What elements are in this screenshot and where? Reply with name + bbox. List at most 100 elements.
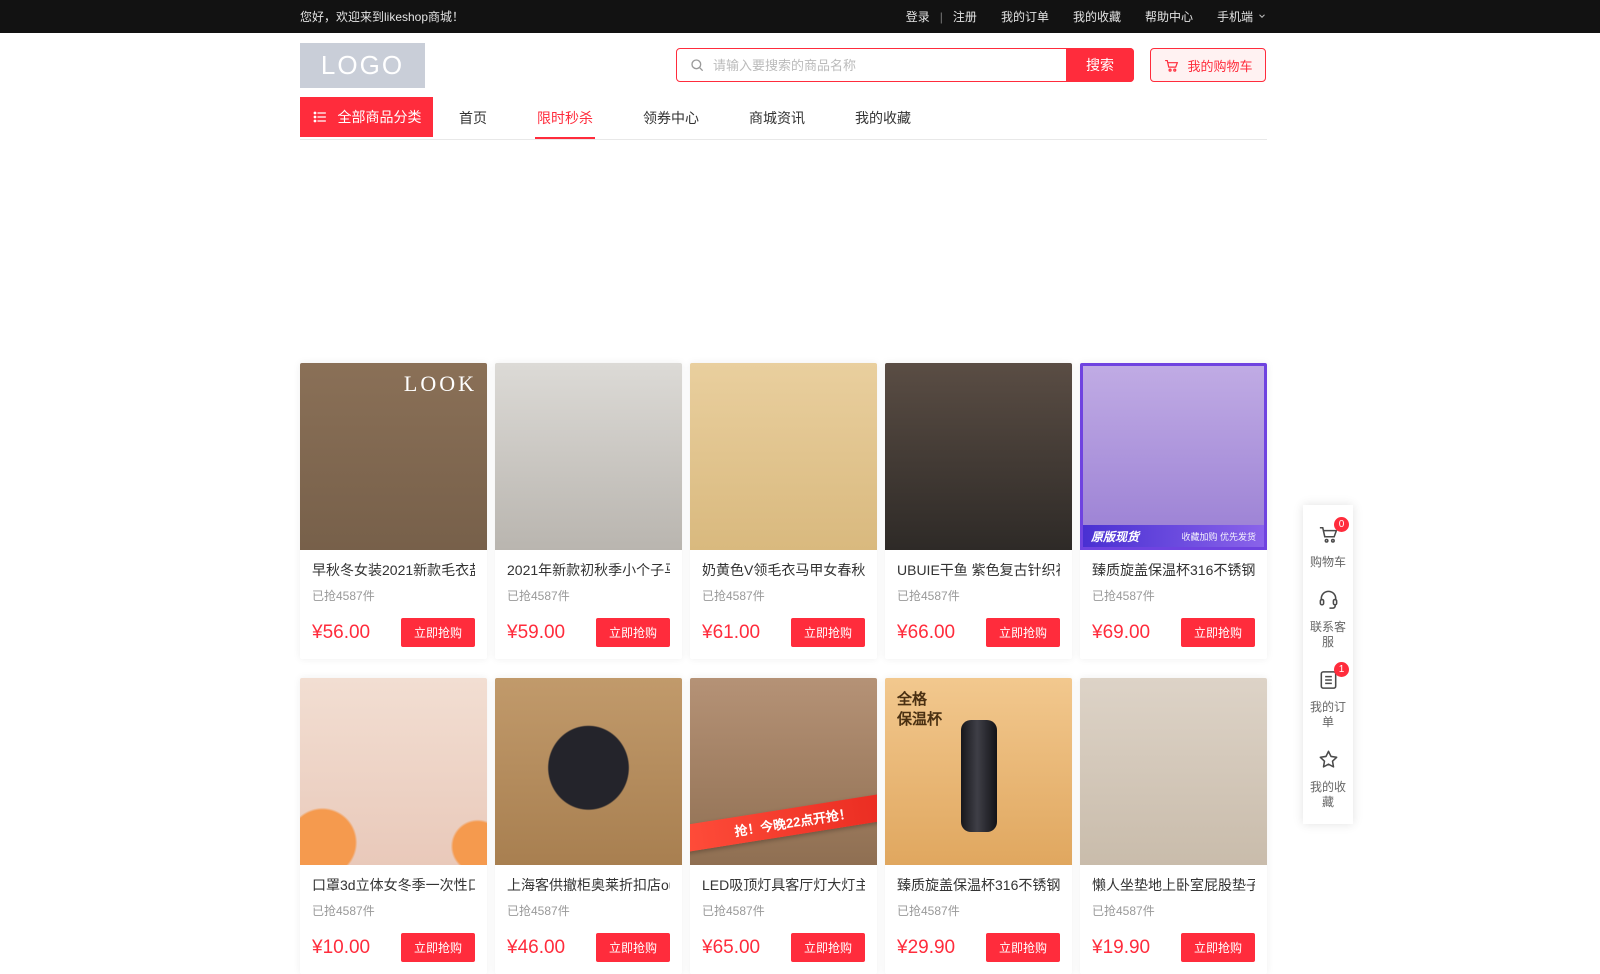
product-sold-count: 已抢4587件 <box>702 587 865 604</box>
all-categories-button[interactable]: 全部商品分类 <box>300 97 433 137</box>
product-sold-count: 已抢4587件 <box>312 587 475 604</box>
product-image[interactable] <box>885 363 1072 550</box>
nav-item-coupon-center[interactable]: 领券中心 <box>641 97 701 139</box>
product-sold-count: 已抢4587件 <box>1092 902 1255 919</box>
buy-now-button[interactable]: 立即抢购 <box>596 618 670 647</box>
nav-links: 首页 限时秒杀 领券中心 商城资讯 我的收藏 <box>457 97 913 139</box>
product-title[interactable]: 上海客供撤柜奥莱折扣店outlets <box>507 875 670 895</box>
product-info: 早秋冬女装2021新款毛衣盐系... 已抢4587件 ¥56.00 立即抢购 <box>300 550 487 659</box>
product-title[interactable]: LED吸顶灯具客厅灯大灯主卧... <box>702 875 865 895</box>
product-card[interactable]: 全格 保温杯 臻质旋盖保温杯316不锈钢内胆... 已抢4587件 ¥29.90… <box>885 678 1072 974</box>
product-title[interactable]: 早秋冬女装2021新款毛衣盐系... <box>312 560 475 580</box>
mobile-link[interactable]: 手机端 <box>1217 8 1267 25</box>
help-center-link[interactable]: 帮助中心 <box>1145 8 1193 25</box>
product-info: LED吸顶灯具客厅灯大灯主卧... 已抢4587件 ¥65.00 立即抢购 <box>690 865 877 974</box>
product-info: 奶黄色V领毛衣马甲女春秋慵懒... 已抢4587件 ¥61.00 立即抢购 <box>690 550 877 659</box>
product-sold-count: 已抢4587件 <box>897 587 1060 604</box>
product-info: 2021年新款初秋季小个子马甲... 已抢4587件 ¥59.00 立即抢购 <box>495 550 682 659</box>
main-nav: 全部商品分类 首页 限时秒杀 领券中心 商城资讯 我的收藏 <box>300 97 1267 140</box>
product-price: ¥46.00 <box>507 937 565 959</box>
buy-now-button[interactable]: 立即抢购 <box>1181 618 1255 647</box>
product-price: ¥56.00 <box>312 622 370 644</box>
product-title[interactable]: 懒人坐垫地上卧室屁股垫子办... <box>1092 875 1255 895</box>
product-info: 臻质旋盖保温杯316不锈钢内胆... 已抢4587件 ¥69.00 立即抢购 <box>1080 550 1267 659</box>
sidebar-my-orders[interactable]: 1 我的订单 <box>1303 660 1353 740</box>
buy-now-button[interactable]: 立即抢购 <box>986 933 1060 962</box>
register-link[interactable]: 注册 <box>953 8 977 25</box>
buy-now-button[interactable]: 立即抢购 <box>986 618 1060 647</box>
product-sold-count: 已抢4587件 <box>702 902 865 919</box>
product-sold-count: 已抢4587件 <box>507 902 670 919</box>
sidebar-cart[interactable]: 0 购物车 <box>1303 515 1353 580</box>
image-look-text: LOOK <box>404 371 477 397</box>
my-favorites-link[interactable]: 我的收藏 <box>1073 8 1121 25</box>
product-card[interactable]: 口罩3d立体女冬季一次性口罩 已抢4587件 ¥10.00 立即抢购 <box>300 678 487 974</box>
product-title[interactable]: 臻质旋盖保温杯316不锈钢内胆... <box>1092 560 1255 580</box>
login-link[interactable]: 登录 <box>906 8 930 25</box>
product-info: 臻质旋盖保温杯316不锈钢内胆... 已抢4587件 ¥29.90 立即抢购 <box>885 865 1072 974</box>
my-cart-button[interactable]: 我的购物车 <box>1150 48 1266 82</box>
search-input[interactable] <box>705 58 1066 73</box>
product-image[interactable] <box>495 678 682 865</box>
cart-icon <box>1317 533 1340 550</box>
my-orders-link[interactable]: 我的订单 <box>1001 8 1049 25</box>
product-grid: LOOK 早秋冬女装2021新款毛衣盐系... 已抢4587件 ¥56.00 立… <box>300 363 1267 974</box>
product-title[interactable]: UBUIE干鱼 紫色复古针织衫马... <box>897 560 1060 580</box>
product-title[interactable]: 口罩3d立体女冬季一次性口罩 <box>312 875 475 895</box>
buy-now-button[interactable]: 立即抢购 <box>401 933 475 962</box>
product-image[interactable] <box>1080 678 1267 865</box>
promo-ribbon: 抢！今晚22点开抢！ <box>690 790 877 853</box>
product-price: ¥66.00 <box>897 622 955 644</box>
buy-now-button[interactable]: 立即抢购 <box>791 618 865 647</box>
cart-icon <box>1163 57 1180 74</box>
product-price: ¥69.00 <box>1092 622 1150 644</box>
product-price: ¥10.00 <box>312 937 370 959</box>
nav-item-flash-sale[interactable]: 限时秒杀 <box>535 97 595 139</box>
image-promo-banner: 原版现货 收藏加购 优先发货 <box>1083 525 1264 547</box>
search-box: 搜索 <box>676 48 1134 82</box>
product-image[interactable] <box>495 363 682 550</box>
image-brand-text: 全格 保温杯 <box>897 690 942 729</box>
search-icon <box>689 57 705 73</box>
topbar: 您好，欢迎来到likeshop商城！ 登录 | 注册 我的订单 我的收藏 帮助中… <box>0 0 1600 33</box>
nav-item-mall-news[interactable]: 商城资讯 <box>747 97 807 139</box>
product-card[interactable]: 上海客供撤柜奥莱折扣店outlets 已抢4587件 ¥46.00 立即抢购 <box>495 678 682 974</box>
product-title[interactable]: 臻质旋盖保温杯316不锈钢内胆... <box>897 875 1060 895</box>
buy-now-button[interactable]: 立即抢购 <box>791 933 865 962</box>
product-card[interactable]: 奶黄色V领毛衣马甲女春秋慵懒... 已抢4587件 ¥61.00 立即抢购 <box>690 363 877 659</box>
product-title[interactable]: 2021年新款初秋季小个子马甲... <box>507 560 670 580</box>
buy-now-button[interactable]: 立即抢购 <box>401 618 475 647</box>
logo[interactable]: LOGO <box>300 43 425 88</box>
product-info: 口罩3d立体女冬季一次性口罩 已抢4587件 ¥10.00 立即抢购 <box>300 865 487 974</box>
floating-sidebar: 0 购物车 联系客服 1 我的订单 我的收藏 <box>1303 505 1353 824</box>
product-card[interactable]: 原版现货 收藏加购 优先发货 臻质旋盖保温杯316不锈钢内胆... 已抢4587… <box>1080 363 1267 659</box>
product-sold-count: 已抢4587件 <box>897 902 1060 919</box>
product-price: ¥65.00 <box>702 937 760 959</box>
product-image[interactable]: LOOK <box>300 363 487 550</box>
product-sold-count: 已抢4587件 <box>507 587 670 604</box>
banner-left-text: 原版现货 <box>1091 528 1139 545</box>
sidebar-my-favorites[interactable]: 我的收藏 <box>1303 740 1353 820</box>
product-price: ¥59.00 <box>507 622 565 644</box>
product-image[interactable]: 抢！今晚22点开抢！ <box>690 678 877 865</box>
product-image[interactable]: 原版现货 收藏加购 优先发货 <box>1080 363 1267 550</box>
orders-count-badge: 1 <box>1334 662 1349 677</box>
buy-now-button[interactable]: 立即抢购 <box>596 933 670 962</box>
product-image[interactable]: 全格 保温杯 <box>885 678 1072 865</box>
product-image[interactable] <box>300 678 487 865</box>
buy-now-button[interactable]: 立即抢购 <box>1181 933 1255 962</box>
product-card[interactable]: LOOK 早秋冬女装2021新款毛衣盐系... 已抢4587件 ¥56.00 立… <box>300 363 487 659</box>
product-card[interactable]: 懒人坐垫地上卧室屁股垫子办... 已抢4587件 ¥19.90 立即抢购 <box>1080 678 1267 974</box>
product-info: 懒人坐垫地上卧室屁股垫子办... 已抢4587件 ¥19.90 立即抢购 <box>1080 865 1267 974</box>
product-image[interactable] <box>690 363 877 550</box>
nav-item-my-favorites[interactable]: 我的收藏 <box>853 97 913 139</box>
product-price: ¥19.90 <box>1092 937 1150 959</box>
sidebar-customer-service[interactable]: 联系客服 <box>1303 580 1353 660</box>
product-card[interactable]: UBUIE干鱼 紫色复古针织衫马... 已抢4587件 ¥66.00 立即抢购 <box>885 363 1072 659</box>
search-button[interactable]: 搜索 <box>1066 48 1134 82</box>
product-card[interactable]: 2021年新款初秋季小个子马甲... 已抢4587件 ¥59.00 立即抢购 <box>495 363 682 659</box>
product-card[interactable]: 抢！今晚22点开抢！ LED吸顶灯具客厅灯大灯主卧... 已抢4587件 ¥65… <box>690 678 877 974</box>
product-title[interactable]: 奶黄色V领毛衣马甲女春秋慵懒... <box>702 560 865 580</box>
nav-item-home[interactable]: 首页 <box>457 97 489 139</box>
product-price: ¥61.00 <box>702 622 760 644</box>
